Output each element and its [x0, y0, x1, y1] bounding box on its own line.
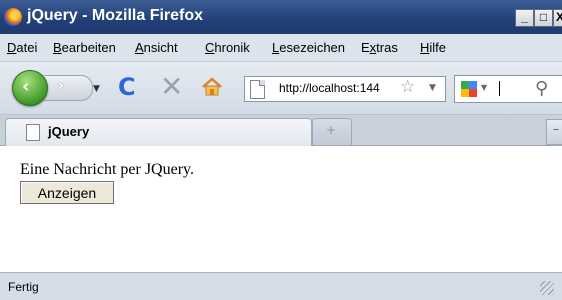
back-icon: ‹ — [22, 76, 30, 97]
navigation-toolbar: › ‹ ▼ C ✕ http://localhost:144 ☆ ▼ ▼ ⚲ — [0, 62, 562, 115]
page-icon — [26, 124, 40, 141]
search-input[interactable] — [499, 81, 500, 96]
status-bar: Fertig — [0, 272, 562, 300]
browser-window: jQuery - Mozilla Firefox _ □ X Datei Bea… — [0, 0, 562, 300]
minimize-button[interactable]: _ — [515, 9, 534, 27]
resize-grip-icon[interactable] — [540, 281, 554, 295]
forward-button[interactable]: › — [44, 75, 93, 101]
tab-list-button[interactable]: – — [546, 119, 562, 145]
menu-hilfe[interactable]: Hilfe — [420, 40, 446, 55]
forward-icon: › — [58, 78, 64, 94]
search-icon[interactable]: ⚲ — [535, 78, 548, 99]
page-content: Eine Nachricht per JQuery. Anzeigen — [0, 146, 562, 271]
history-dropdown-icon[interactable]: ▼ — [93, 84, 100, 94]
stop-icon[interactable]: ✕ — [160, 70, 183, 103]
tab-strip: jQuery + – — [0, 115, 562, 146]
tab-label: jQuery — [48, 124, 90, 139]
tab-jquery[interactable]: jQuery — [5, 118, 312, 146]
menu-bar: Datei Bearbeiten Ansicht Chronik Lesezei… — [0, 34, 562, 62]
message-text: Eine Nachricht per JQuery. — [20, 161, 194, 178]
menu-lesezeichen[interactable]: Lesezeichen — [272, 40, 345, 55]
chevron-down-icon: – — [553, 122, 559, 136]
search-engine-dropdown-icon[interactable]: ▼ — [481, 83, 487, 92]
status-text: Fertig — [8, 280, 39, 294]
plus-icon: + — [326, 123, 337, 137]
home-icon[interactable] — [200, 75, 224, 99]
page-icon — [250, 80, 265, 99]
bookmark-star-icon[interactable]: ☆ — [400, 77, 415, 97]
show-button[interactable]: Anzeigen — [20, 181, 114, 204]
google-icon[interactable] — [460, 80, 478, 98]
menu-bearbeiten[interactable]: Bearbeiten — [53, 40, 116, 55]
menu-chronik[interactable]: Chronik — [205, 40, 250, 55]
url-bar[interactable]: http://localhost:144 ☆ ▼ — [244, 76, 446, 102]
menu-ansicht[interactable]: Ansicht — [135, 40, 178, 55]
new-tab-button[interactable]: + — [312, 118, 352, 145]
menu-datei[interactable]: Datei — [7, 40, 37, 55]
back-button[interactable]: ‹ — [12, 70, 48, 106]
close-button[interactable]: X — [553, 9, 562, 27]
firefox-icon — [4, 8, 22, 26]
url-text[interactable]: http://localhost:144 — [279, 81, 399, 95]
window-title: jQuery - Mozilla Firefox — [27, 7, 204, 24]
reload-icon[interactable]: C — [118, 73, 136, 101]
search-bar[interactable]: ▼ ⚲ — [454, 75, 562, 103]
maximize-button[interactable]: □ — [534, 9, 553, 27]
title-bar: jQuery - Mozilla Firefox _ □ X — [0, 0, 562, 34]
menu-extras[interactable]: Extras — [361, 40, 398, 55]
url-dropdown-icon[interactable]: ▼ — [429, 83, 436, 93]
